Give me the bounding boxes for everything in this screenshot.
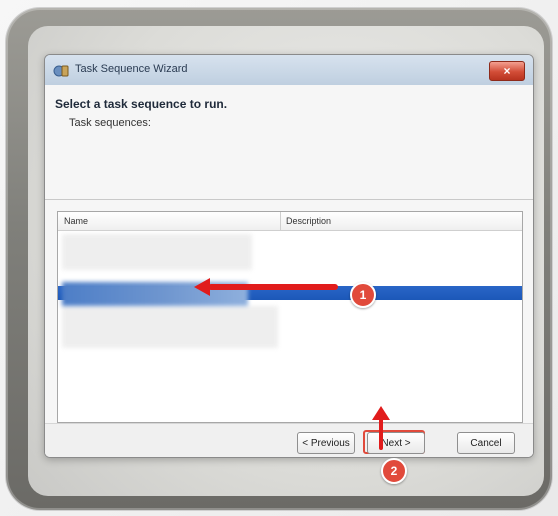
task-sequences-label: Task sequences: bbox=[69, 117, 151, 129]
annotation-arrow-shaft bbox=[208, 284, 338, 290]
divider bbox=[45, 199, 533, 200]
redacted-item[interactable] bbox=[62, 306, 278, 348]
list-header: Name Description bbox=[58, 212, 522, 231]
annotation-badge-2: 2 bbox=[381, 458, 407, 484]
wizard-content: Select a task sequence to run. Task sequ… bbox=[45, 85, 533, 457]
redacted-item[interactable] bbox=[62, 234, 252, 270]
screen: Task Sequence Wizard × Select a task seq… bbox=[28, 26, 544, 496]
wizard-buttons: < Previous Next > Cancel bbox=[45, 423, 533, 457]
annotation-arrow-up-icon bbox=[372, 406, 390, 450]
annotation-badge-1: 1 bbox=[350, 282, 376, 308]
close-button[interactable]: × bbox=[489, 61, 525, 81]
column-description-header[interactable]: Description bbox=[286, 216, 331, 226]
cancel-button[interactable]: Cancel bbox=[457, 432, 515, 454]
monitor-bezel: Task Sequence Wizard × Select a task seq… bbox=[6, 8, 552, 510]
task-sequence-wizard-window: Task Sequence Wizard × Select a task seq… bbox=[44, 54, 534, 458]
column-name-header[interactable]: Name bbox=[64, 216, 88, 226]
task-sequence-icon bbox=[53, 63, 69, 79]
arrow-shaft bbox=[379, 418, 383, 450]
page-heading: Select a task sequence to run. bbox=[55, 97, 228, 111]
title-bar: Task Sequence Wizard × bbox=[45, 55, 533, 86]
previous-button[interactable]: < Previous bbox=[297, 432, 355, 454]
column-separator bbox=[280, 212, 281, 230]
task-sequence-list[interactable]: Name Description 1 bbox=[57, 211, 523, 423]
window-title: Task Sequence Wizard bbox=[75, 63, 188, 75]
